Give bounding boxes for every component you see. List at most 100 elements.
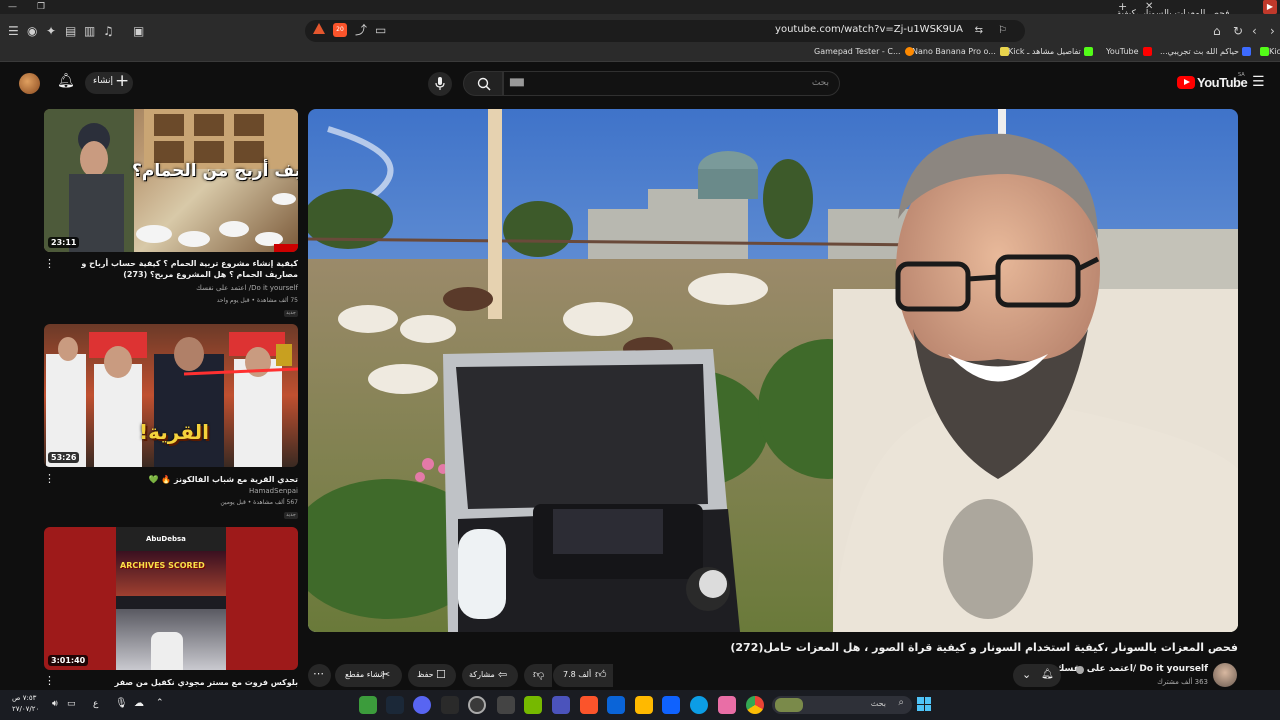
shield-icon[interactable]: 20	[333, 23, 347, 37]
xbox-icon[interactable]	[359, 696, 377, 714]
hamburger-menu-icon[interactable]: ☰	[1252, 74, 1265, 90]
scissors-icon: ✂	[381, 668, 391, 681]
bookmark-icon[interactable]: ⚐	[998, 24, 1007, 38]
minimize-icon[interactable]: —	[8, 0, 17, 14]
share-page-icon[interactable]: ⤴	[355, 23, 367, 37]
search-button[interactable]	[463, 71, 503, 96]
language-indicator[interactable]: ع	[93, 699, 98, 709]
new-badge: جديد	[284, 310, 298, 317]
thumbnail-text: القرية!	[139, 420, 209, 444]
back-icon[interactable]: ‹	[1252, 24, 1257, 38]
teams-icon[interactable]	[552, 696, 570, 714]
kick-icon	[1083, 47, 1093, 56]
browser-title-bar: — ❐ فحص المعزات بالسونار ،كيفية... ▶ + ✕	[0, 0, 1280, 19]
steam-icon[interactable]	[386, 696, 404, 714]
close-tab-icon[interactable]: ✕	[1145, 0, 1153, 14]
search-icon: ⌕	[898, 697, 904, 708]
nvidia-icon[interactable]	[524, 696, 542, 714]
subscriber-count: 363 ألف مشترك	[1157, 678, 1208, 686]
more-actions-button[interactable]: ⋯	[308, 664, 331, 687]
store-icon[interactable]	[662, 696, 680, 714]
file-explorer-icon[interactable]	[635, 696, 653, 714]
like-button[interactable]: 7.8 ألف 👍︎	[553, 664, 613, 687]
bookmark-kick[interactable]: Kick	[1257, 47, 1280, 56]
youtube-logo-icon[interactable]	[1177, 76, 1195, 89]
new-tab-icon[interactable]: +	[1118, 0, 1127, 14]
tray-expand-icon[interactable]: ⌃	[156, 698, 164, 708]
display-icon[interactable]: ▭	[67, 699, 76, 709]
subscribed-button[interactable]: ⌄ 🔔︎	[1013, 664, 1061, 687]
search-input[interactable]: ▆▆ بحث	[503, 71, 840, 96]
bookmark-gamepad[interactable]: Gamepad Tester - C...	[814, 47, 914, 56]
obs-icon[interactable]	[468, 696, 486, 714]
sidebar-icon[interactable]: ▥	[84, 24, 95, 38]
channel-avatar[interactable]	[1213, 663, 1237, 687]
search-placeholder: بحث	[811, 78, 829, 88]
video-meta: 75 ألف مشاهدة • قبل يوم واحد	[216, 297, 298, 304]
search-typed-text: ▆▆	[510, 77, 524, 87]
bookmark-kick-details[interactable]: تفاصيل مشاهد ـ Kick	[1008, 47, 1093, 56]
settings-icon[interactable]	[497, 696, 515, 714]
copilot-icon[interactable]	[718, 696, 736, 714]
video-thumbnail[interactable]: القرية! 53:26	[44, 324, 298, 467]
brave-icon[interactable]	[580, 696, 598, 714]
home-icon[interactable]: ⌂	[1213, 24, 1221, 38]
stream-overlay: AbuDebsa ARCHIVES SCORED	[116, 527, 226, 670]
translate-icon[interactable]: ⇆	[975, 24, 983, 38]
start-tile	[924, 697, 931, 704]
cast-icon[interactable]: ▭	[375, 23, 386, 37]
shield-count: 20	[336, 26, 344, 33]
video-title[interactable]: كيفية إنشاء مشروع تربية الحمام ؟ كيفية ح…	[48, 258, 298, 280]
bookmark-nano-banana[interactable]: Nano Banana Pro o...	[912, 47, 1009, 56]
dislike-button[interactable]: 👎︎	[524, 664, 552, 687]
channel-name[interactable]: HamadSenpai	[249, 487, 298, 495]
avatar[interactable]	[19, 73, 40, 94]
save-button[interactable]: حفظ ☐	[408, 664, 456, 687]
windows-start-icon[interactable]	[917, 697, 931, 711]
menu-icon[interactable]: ☰	[8, 24, 19, 38]
clock-date[interactable]: ٢٧/٠٧/٢٠	[12, 705, 39, 713]
screenshot-icon[interactable]: ▣	[133, 24, 144, 38]
volume-icon[interactable]: 🔊︎	[52, 699, 58, 709]
duration-badge: 53:26	[48, 452, 80, 463]
video-frame	[308, 109, 1238, 632]
notifications-icon[interactable]: 🔔︎	[57, 73, 75, 89]
thumbs-up-icon: 👍︎	[595, 668, 607, 681]
clock-time[interactable]: ٧:٥٣ ص	[12, 694, 36, 702]
reload-icon[interactable]: ↻	[1233, 24, 1243, 38]
rewards-icon[interactable]	[313, 23, 325, 34]
edge-icon[interactable]	[690, 696, 708, 714]
mic-tray-icon[interactable]: 🎙︎	[115, 698, 128, 709]
discord-icon[interactable]	[413, 696, 431, 714]
clip-button[interactable]: إنشاء مقطع ✂	[335, 664, 402, 687]
bookmark-youtube[interactable]: YouTube	[1106, 47, 1152, 56]
video-title[interactable]: بلوكس فروت مع مستر مجودي نكفيل من صفر	[48, 677, 298, 688]
music-icon[interactable]: ♫	[103, 24, 114, 38]
restore-icon[interactable]: ❐	[37, 0, 45, 14]
thumbnail-text: ARCHIVES SCORED	[120, 561, 205, 570]
channel-name[interactable]: Do it yourself/ اعتمد على نفسك	[196, 284, 298, 292]
bookmark-stream[interactable]: حياكم الله بث تجريبي...	[1160, 47, 1251, 56]
mail-icon[interactable]	[607, 696, 625, 714]
video-player[interactable]	[308, 109, 1238, 632]
epic-games-icon[interactable]	[441, 696, 459, 714]
voice-search-button[interactable]	[428, 72, 452, 96]
video-title[interactable]: تحدي القرية مع شباب الفالكونز 🔥 💚	[48, 474, 298, 485]
game-scene	[116, 551, 226, 596]
extensions-icon[interactable]: ✦	[46, 24, 56, 38]
search-icon	[477, 77, 491, 91]
tabs-icon[interactable]: ▤	[65, 24, 76, 38]
taskbar-search-box[interactable]: بحث ⌕	[772, 696, 912, 714]
region-code: SA	[1238, 72, 1245, 78]
video-thumbnail[interactable]: AbuDebsa ARCHIVES SCORED 3:01:40	[44, 527, 298, 670]
chrome-icon[interactable]	[746, 696, 764, 714]
video-thumbnail[interactable]: كيف أربح من الحمام؟ 23:11	[44, 109, 298, 252]
cloud-icon[interactable]: ☁	[134, 698, 144, 709]
create-button[interactable]: إنشاء +	[85, 71, 133, 94]
microphone-icon	[435, 77, 445, 90]
share-button[interactable]: مشاركة ⇦	[462, 664, 518, 687]
location-icon[interactable]: ◉	[27, 24, 37, 38]
gamepad-icon	[904, 47, 914, 56]
address-bar[interactable]: 20 ⤴ ▭ youtube.com/watch?v=Zj-u1WSK9UA ⇆…	[305, 20, 1025, 42]
forward-icon[interactable]: ›	[1270, 24, 1275, 38]
